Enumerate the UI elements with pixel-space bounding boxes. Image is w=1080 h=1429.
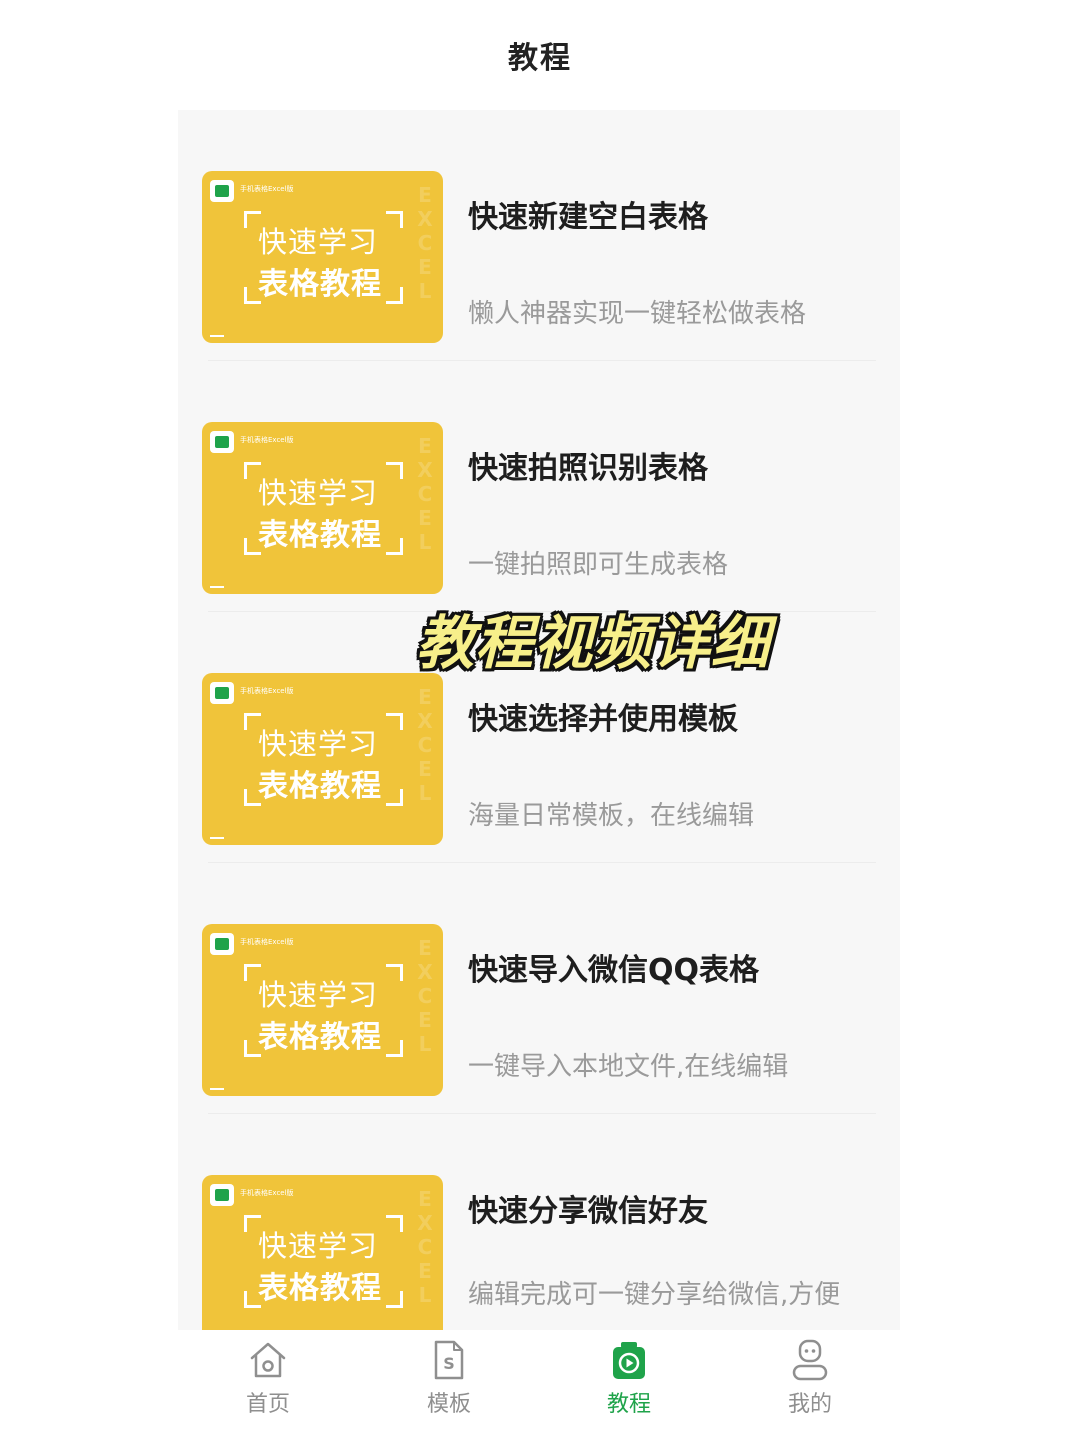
tab-profile[interactable]: 我的 (720, 1338, 900, 1424)
thumbnail-line2: 表格教程 (258, 1020, 382, 1055)
tutorial-list: 手机表格Excel版 EXCEL 快速学习 表格教程 快速新建空白表格 懒人神器… (178, 110, 900, 1330)
profile-icon (720, 1338, 900, 1382)
thumbnail-line1: 快速学习 (258, 476, 379, 510)
bracket-decoration (386, 1215, 403, 1232)
tutorial-desc: 一键导入本地文件,在线编辑 (468, 1052, 789, 1082)
tab-label: 首页 (245, 1392, 290, 1417)
tutorial-desc: 海量日常模板，在线编辑 (468, 801, 755, 831)
thumbnail-side-text: EXCEL (417, 1187, 433, 1307)
thumbnail-side-text: EXCEL (417, 434, 433, 554)
thumbnail-dash (210, 837, 224, 839)
tutorial-thumbnail[interactable]: 手机表格Excel版 EXCEL 快速学习 表格教程 (202, 171, 443, 343)
thumbnail-line2: 表格教程 (258, 1271, 382, 1306)
thumbnail-brand: 手机表格Excel版 (240, 938, 294, 946)
bracket-decoration (386, 713, 403, 730)
tutorial-title[interactable]: 快速分享微信好友 (468, 1186, 708, 1230)
page-header: 教程 (0, 0, 1080, 110)
tab-label: 模板 (426, 1392, 471, 1417)
thumbnail-side-text: EXCEL (417, 936, 433, 1056)
tutorial-desc: 编辑完成可一键分享给微信,方便 (468, 1280, 841, 1310)
thumbnail-dash (210, 335, 224, 337)
tutorial-item[interactable]: 手机表格Excel版 EXCEL 快速学习 表格教程 快速导入微信QQ表格 一键… (178, 863, 900, 1114)
thumbnail-line2: 表格教程 (258, 769, 382, 804)
tutorial-title[interactable]: 快速选择并使用模板 (468, 694, 738, 738)
thumbnail-dash (210, 586, 224, 588)
excel-app-icon (210, 180, 234, 202)
thumbnail-side-text: EXCEL (417, 183, 433, 303)
template-icon: S (359, 1338, 539, 1382)
bracket-decoration (386, 462, 403, 479)
thumbnail-line1: 快速学习 (258, 1229, 379, 1263)
bracket-decoration (386, 789, 403, 806)
tab-templates[interactable]: S 模板 (359, 1338, 539, 1424)
tutorial-item[interactable]: 手机表格Excel版 EXCEL 快速学习 表格教程 快速拍照识别表格 一键拍照… (178, 361, 900, 612)
tutorial-icon (539, 1338, 719, 1382)
excel-app-icon (210, 933, 234, 955)
thumbnail-brand: 手机表格Excel版 (240, 1189, 294, 1197)
overlay-caption: 教程视频详细 (416, 609, 771, 677)
tab-label: 我的 (787, 1392, 832, 1417)
tutorial-desc: 懒人神器实现一键轻松做表格 (468, 299, 807, 329)
tab-label: 教程 (606, 1392, 651, 1417)
home-icon (178, 1338, 358, 1382)
bracket-decoration (386, 287, 403, 304)
tutorial-title[interactable]: 快速导入微信QQ表格 (468, 945, 759, 989)
tutorial-desc: 一键拍照即可生成表格 (468, 550, 729, 580)
tutorial-thumbnail[interactable]: 手机表格Excel版 EXCEL 快速学习 表格教程 (202, 422, 443, 594)
thumbnail-side-text: EXCEL (417, 685, 433, 805)
bracket-decoration (386, 964, 403, 981)
thumbnail-line1: 快速学习 (258, 727, 379, 761)
bracket-decoration (386, 211, 403, 228)
tutorial-thumbnail[interactable]: 手机表格Excel版 EXCEL 快速学习 表格教程 (202, 924, 443, 1096)
tutorial-item[interactable]: 手机表格Excel版 EXCEL 快速学习 表格教程 快速新建空白表格 懒人神器… (178, 110, 900, 361)
thumbnail-line2: 表格教程 (258, 518, 382, 553)
tutorial-thumbnail[interactable]: 手机表格Excel版 EXCEL 快速学习 表格教程 (202, 1175, 443, 1330)
excel-app-icon (210, 682, 234, 704)
bracket-decoration (386, 538, 403, 555)
tab-home[interactable]: 首页 (178, 1338, 358, 1424)
excel-app-icon (210, 1184, 234, 1206)
thumbnail-line1: 快速学习 (258, 978, 379, 1012)
tutorial-title[interactable]: 快速新建空白表格 (468, 192, 708, 236)
thumbnail-brand: 手机表格Excel版 (240, 436, 294, 444)
thumbnail-dash (210, 1088, 224, 1090)
bottom-tab-bar: 首页 S 模板 教程 我的 (0, 1330, 1080, 1429)
excel-app-icon (210, 431, 234, 453)
tab-tutorials[interactable]: 教程 (539, 1338, 719, 1424)
svg-text:S: S (443, 1354, 455, 1373)
tutorial-thumbnail[interactable]: 手机表格Excel版 EXCEL 快速学习 表格教程 (202, 673, 443, 845)
bracket-decoration (386, 1291, 403, 1308)
tutorial-item[interactable]: 手机表格Excel版 EXCEL 快速学习 表格教程 快速分享微信好友 编辑完成… (178, 1114, 900, 1330)
thumbnail-brand: 手机表格Excel版 (240, 185, 294, 193)
page-title: 教程 (508, 41, 572, 76)
thumbnail-line2: 表格教程 (258, 267, 382, 302)
thumbnail-brand: 手机表格Excel版 (240, 687, 294, 695)
tutorial-title[interactable]: 快速拍照识别表格 (468, 443, 708, 487)
bracket-decoration (386, 1040, 403, 1057)
thumbnail-line1: 快速学习 (258, 225, 379, 259)
